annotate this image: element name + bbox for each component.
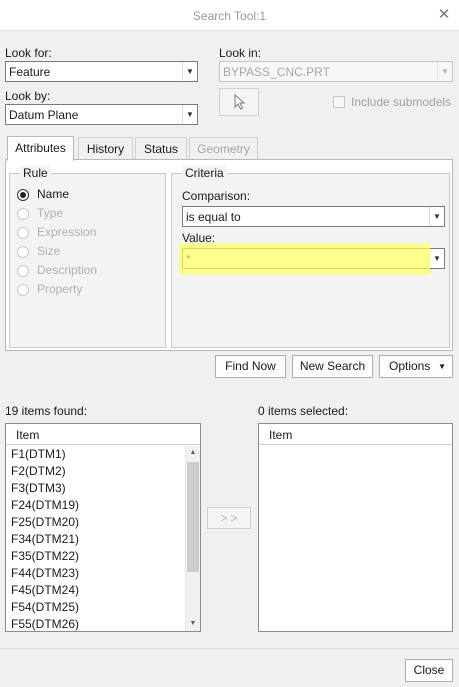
scroll-thumb[interactable] bbox=[187, 462, 199, 572]
scroll-up-icon[interactable]: ▲ bbox=[186, 446, 200, 460]
tab-status[interactable]: Status bbox=[135, 137, 187, 160]
add-to-selection-button[interactable]: > > bbox=[207, 507, 251, 529]
caret-down-icon: ▼ bbox=[438, 362, 446, 371]
scroll-down-icon[interactable]: ▼ bbox=[186, 617, 200, 631]
look-in-select[interactable]: BYPASS_CNC.PRT ▼ bbox=[219, 61, 453, 82]
look-in-label: Look in: bbox=[219, 46, 262, 60]
list-item[interactable]: F24(DTM19) bbox=[11, 498, 79, 512]
find-now-button[interactable]: Find Now bbox=[215, 355, 286, 378]
list-item[interactable]: F54(DTM25) bbox=[11, 600, 79, 614]
tab-history[interactable]: History bbox=[78, 137, 133, 160]
criteria-group-title: Criteria bbox=[182, 166, 227, 180]
value-text: * bbox=[186, 252, 191, 266]
pick-from-model-button[interactable] bbox=[219, 88, 259, 116]
title-bar: Search Tool:1 ✕ bbox=[0, 0, 459, 31]
value-combobox[interactable]: * ▼ bbox=[182, 248, 445, 269]
chevron-down-icon: ▼ bbox=[182, 105, 197, 124]
look-for-label: Look for: bbox=[5, 46, 52, 60]
items-found-label: 19 items found: bbox=[5, 404, 88, 418]
look-by-label: Look by: bbox=[5, 89, 51, 103]
value-label: Value: bbox=[182, 231, 216, 245]
look-in-value: BYPASS_CNC.PRT bbox=[223, 65, 330, 79]
radio-icon bbox=[17, 227, 29, 239]
rule-option-size[interactable]: Size bbox=[17, 243, 157, 262]
radio-icon bbox=[17, 284, 29, 296]
tab-attributes[interactable]: Attributes bbox=[7, 136, 74, 161]
selected-items-list[interactable]: Item bbox=[258, 423, 453, 632]
look-by-select[interactable]: Datum Plane ▼ bbox=[5, 104, 198, 125]
list-item[interactable]: F25(DTM20) bbox=[11, 515, 79, 529]
tab-geometry[interactable]: Geometry bbox=[189, 137, 258, 160]
options-label: Options bbox=[389, 359, 431, 373]
radio-icon bbox=[17, 208, 29, 220]
found-list-scrollbar[interactable]: ▲ ▼ bbox=[185, 446, 200, 631]
selected-list-header[interactable]: Item bbox=[259, 424, 452, 445]
rule-option-type[interactable]: Type bbox=[17, 205, 157, 224]
list-item[interactable]: F34(DTM21) bbox=[11, 532, 79, 546]
comparison-label: Comparison: bbox=[182, 189, 251, 203]
cursor-arrow-icon bbox=[234, 94, 246, 110]
found-list-header[interactable]: Item bbox=[6, 424, 200, 445]
footer-divider bbox=[0, 648, 459, 649]
rule-option-name[interactable]: Name bbox=[17, 186, 157, 205]
list-item[interactable]: F44(DTM23) bbox=[11, 566, 79, 580]
look-for-value: Feature bbox=[9, 65, 51, 79]
close-button[interactable]: Close bbox=[405, 659, 453, 682]
rule-option-description[interactable]: Description bbox=[17, 262, 157, 281]
include-submodels-label: Include submodels bbox=[351, 95, 452, 109]
radio-icon bbox=[17, 246, 29, 258]
list-item[interactable]: F2(DTM2) bbox=[11, 464, 66, 478]
rule-option-property[interactable]: Property bbox=[17, 281, 157, 300]
radio-selected-icon bbox=[17, 189, 29, 201]
new-search-button[interactable]: New Search bbox=[292, 355, 373, 378]
list-item[interactable]: F35(DTM22) bbox=[11, 549, 79, 563]
comparison-select[interactable]: is equal to ▼ bbox=[182, 206, 445, 227]
comparison-value: is equal to bbox=[186, 210, 241, 224]
rule-option-expression[interactable]: Expression bbox=[17, 224, 157, 243]
look-for-select[interactable]: Feature ▼ bbox=[5, 61, 198, 82]
list-item[interactable]: F3(DTM3) bbox=[11, 481, 66, 495]
rule-group-title: Rule bbox=[20, 166, 51, 180]
chevron-down-icon: ▼ bbox=[429, 207, 444, 226]
window-title: Search Tool:1 bbox=[192, 9, 267, 23]
radio-icon bbox=[17, 265, 29, 277]
chevron-down-icon: ▼ bbox=[182, 62, 197, 81]
close-icon[interactable]: ✕ bbox=[435, 5, 453, 25]
options-button[interactable]: Options ▼ bbox=[379, 355, 453, 378]
list-item[interactable]: F45(DTM24) bbox=[11, 583, 79, 597]
list-item[interactable]: F55(DTM26) bbox=[11, 617, 79, 631]
look-by-value: Datum Plane bbox=[9, 108, 79, 122]
chevron-down-icon: ▼ bbox=[429, 249, 444, 268]
include-submodels-checkbox[interactable] bbox=[333, 96, 345, 108]
found-items-list[interactable]: Item F1(DTM1) F2(DTM2) F3(DTM3) F24(DTM19) F… bbox=[5, 423, 201, 632]
list-item[interactable]: F1(DTM1) bbox=[11, 447, 66, 461]
chevron-down-icon: ▼ bbox=[437, 62, 452, 81]
items-selected-label: 0 items selected: bbox=[258, 404, 349, 418]
